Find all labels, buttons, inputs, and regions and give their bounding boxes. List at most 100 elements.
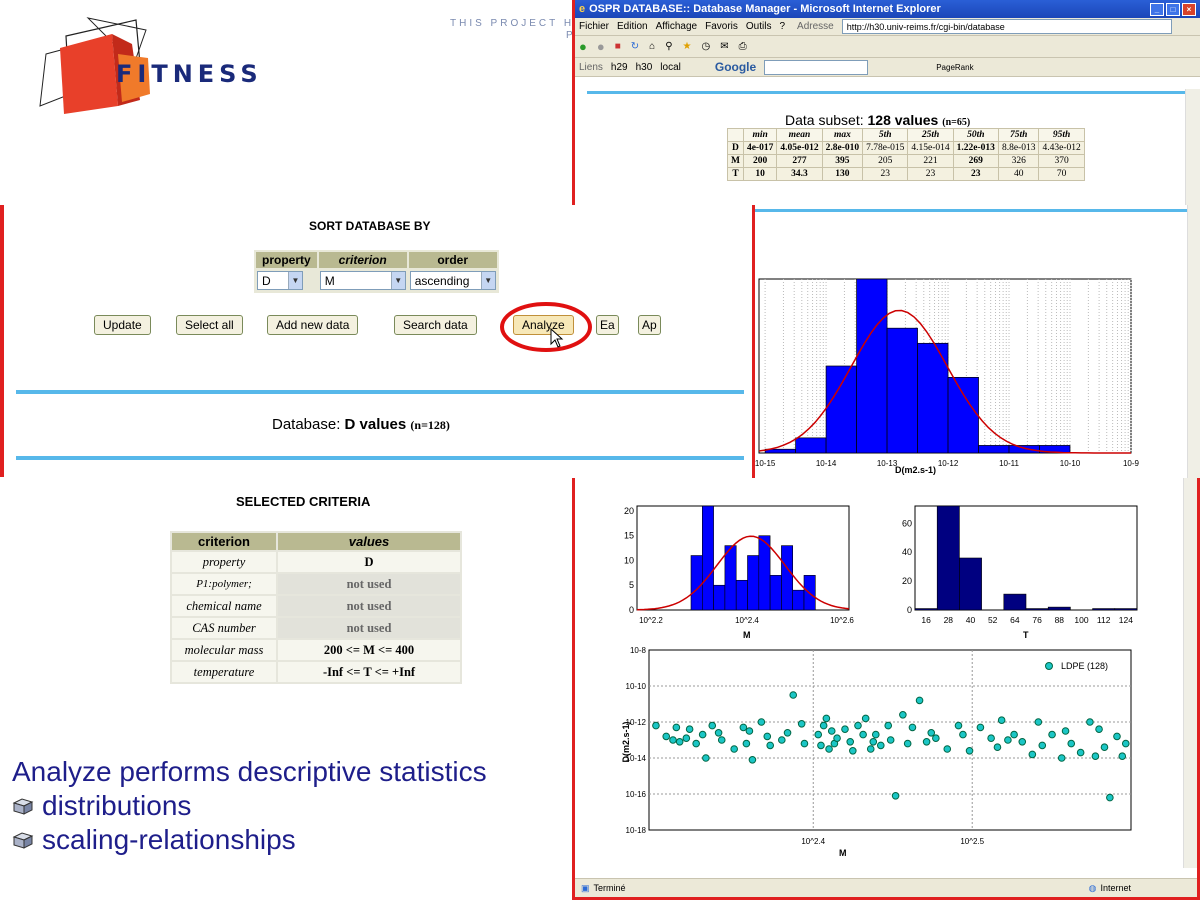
add-new-data-button[interactable]: Add new data — [267, 315, 359, 335]
link-h29[interactable]: h29 — [611, 62, 628, 73]
data-point — [927, 729, 936, 737]
tick-label: 10-10 — [626, 682, 647, 691]
tick-label: 5 — [629, 580, 634, 590]
scrollbar[interactable] — [1185, 89, 1200, 205]
data-point — [954, 721, 963, 730]
axis-label: D(m2.s-1) — [895, 465, 936, 475]
select-all-button[interactable]: Select all — [176, 315, 243, 335]
search-icon[interactable]: ⚲ — [665, 41, 672, 52]
table-row: molecular mass 200 <= M <= 400 — [172, 640, 460, 660]
google-logo: Google — [714, 60, 757, 74]
minimize-button[interactable]: _ — [1150, 2, 1164, 16]
ap-button[interactable]: Ap — [638, 315, 661, 335]
database-caption: Database: D values (n=128) — [272, 416, 450, 433]
home-icon[interactable]: ⌂ — [649, 41, 655, 52]
history-icon[interactable]: ◷ — [702, 41, 711, 52]
cube-bullet-icon — [12, 798, 34, 815]
maximize-button[interactable]: □ — [1166, 2, 1180, 16]
order-select[interactable]: ascending ▼ — [409, 271, 496, 290]
ie-statusbar: ▣ Terminé ◍ Internet — [575, 878, 1197, 897]
divider — [16, 390, 744, 394]
scrollbar[interactable] — [1183, 478, 1197, 868]
axis-label: T — [1023, 630, 1029, 640]
data-point — [869, 738, 878, 746]
refresh-icon[interactable]: ↻ — [631, 41, 639, 52]
tick-label: 10-14 — [816, 459, 837, 468]
histogram-bar — [886, 327, 918, 454]
histogram-bar — [936, 505, 960, 611]
menu-item-favoris[interactable]: Favoris — [705, 21, 738, 32]
tick-label: 10-15 — [755, 459, 776, 468]
scrollbar[interactable] — [1187, 205, 1200, 478]
data-point — [698, 730, 707, 739]
legend-marker — [1045, 662, 1053, 670]
data-point — [993, 743, 1002, 751]
menu-item-help[interactable]: ? — [779, 21, 785, 32]
sort-table: property criterion order D ▼ M ▼ ascending… — [254, 250, 499, 293]
tick-label: 40 — [966, 615, 976, 625]
ie-window-title: OSPR DATABASE:: Database Manager - Micro… — [589, 3, 941, 15]
data-point — [662, 732, 671, 741]
histogram-bar — [914, 608, 938, 611]
data-point — [886, 736, 895, 744]
data-point — [915, 696, 924, 705]
data-point — [797, 720, 806, 728]
search-data-button[interactable]: Search data — [394, 315, 477, 335]
ie-window: e OSPR DATABASE:: Database Manager - Mic… — [572, 0, 1200, 205]
histogram-bar — [947, 376, 979, 454]
histogram-bar — [724, 545, 737, 611]
menu-item-edition[interactable]: Edition — [617, 21, 648, 32]
histogram-bar — [978, 445, 1010, 454]
favorites-icon[interactable]: ★ — [683, 41, 692, 52]
data-point — [672, 723, 681, 732]
chevron-down-icon: ▼ — [288, 272, 302, 289]
criterion-select[interactable]: M ▼ — [319, 271, 406, 290]
google-search-input[interactable] — [764, 59, 869, 75]
tick-label: 16 — [921, 615, 931, 625]
print-icon[interactable]: ⎙ — [739, 41, 747, 52]
histogram-bar — [1114, 608, 1138, 611]
mail-icon[interactable]: ✉ — [720, 41, 728, 52]
data-point — [1121, 739, 1130, 748]
data-point — [932, 734, 940, 742]
data-point — [783, 729, 792, 737]
data-point — [742, 739, 751, 748]
legend-label: LDPE (128) — [1061, 661, 1108, 671]
histogram-bar — [735, 579, 748, 611]
address-input[interactable]: http://h30.univ-reims.fr/cgi-bin/databas… — [841, 19, 1172, 34]
data-point — [778, 736, 786, 744]
update-button[interactable]: Update — [94, 315, 151, 335]
d-histogram-panel: 10-15 10-14 10-13 10-12 10-11 10-10 10-9 D(m2.s… — [752, 205, 1200, 478]
data-point — [833, 734, 841, 742]
data-point — [1018, 738, 1027, 746]
table-row: temperature -Inf <= T <= +Inf — [172, 662, 460, 682]
close-button[interactable]: × — [1182, 2, 1196, 16]
link-h30[interactable]: h30 — [636, 62, 653, 73]
data-point — [884, 721, 893, 730]
menu-item-outils[interactable]: Outils — [746, 21, 772, 32]
data-point — [1106, 793, 1114, 802]
data-point — [1113, 732, 1121, 741]
back-icon[interactable]: ● — [579, 39, 587, 54]
tick-label: 76 — [1032, 615, 1042, 625]
data-point — [1086, 718, 1094, 726]
stop-icon[interactable]: ■ — [615, 41, 621, 52]
data-point — [846, 738, 855, 746]
data-point — [692, 739, 700, 748]
sort-panel: SORT DATABASE BY property criterion orde… — [0, 205, 755, 477]
ea-button[interactable]: Ea — [596, 315, 619, 335]
forward-icon[interactable]: ● — [597, 39, 605, 54]
sort-header-order: order — [408, 252, 497, 268]
tick-label: 40 — [902, 547, 912, 557]
histogram-bar — [769, 575, 782, 611]
property-select[interactable]: D ▼ — [257, 271, 303, 290]
link-local[interactable]: local — [660, 62, 681, 73]
menu-item-fichier[interactable]: Fichier — [579, 21, 609, 32]
data-point — [825, 745, 833, 753]
menu-item-affichage[interactable]: Affichage — [656, 21, 698, 32]
tick-label: 10-12 — [938, 459, 959, 468]
data-point — [730, 745, 738, 753]
tick-label: 88 — [1055, 615, 1065, 625]
ie-app-icon: e — [579, 3, 586, 15]
data-point — [871, 730, 880, 739]
